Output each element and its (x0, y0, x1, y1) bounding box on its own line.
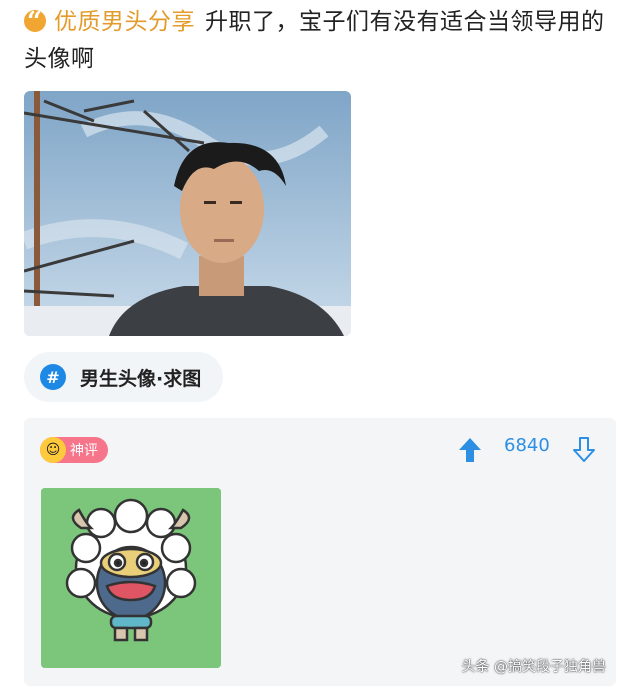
badge-label: 神评 (70, 443, 98, 459)
post-category[interactable]: 优质男头分享 (54, 9, 195, 35)
upvote-count: 6840 (504, 435, 550, 456)
post-title: 优质男头分享升职了，宝子们有没有适合当领导用的头像啊 (24, 4, 624, 78)
downvote-arrow-icon[interactable] (572, 436, 596, 464)
watermark: 头条 @搞笑段子独角兽 (461, 659, 606, 675)
upvote-arrow-icon[interactable] (458, 436, 482, 464)
quote-icon (24, 4, 46, 41)
hashtag-icon: # (40, 364, 66, 390)
topic-tag[interactable]: # 男生头像·求图 (24, 352, 224, 402)
comment-card: ☺ 神评 6840 头条 @搞笑段子独角兽 (24, 418, 616, 686)
comment-sticker-image[interactable] (41, 488, 221, 668)
post-photo[interactable] (24, 91, 351, 336)
smile-emoji-icon: ☺ (40, 437, 66, 463)
topic-label: 男生头像·求图 (80, 367, 202, 390)
god-comment-badge: ☺ 神评 (40, 437, 108, 463)
